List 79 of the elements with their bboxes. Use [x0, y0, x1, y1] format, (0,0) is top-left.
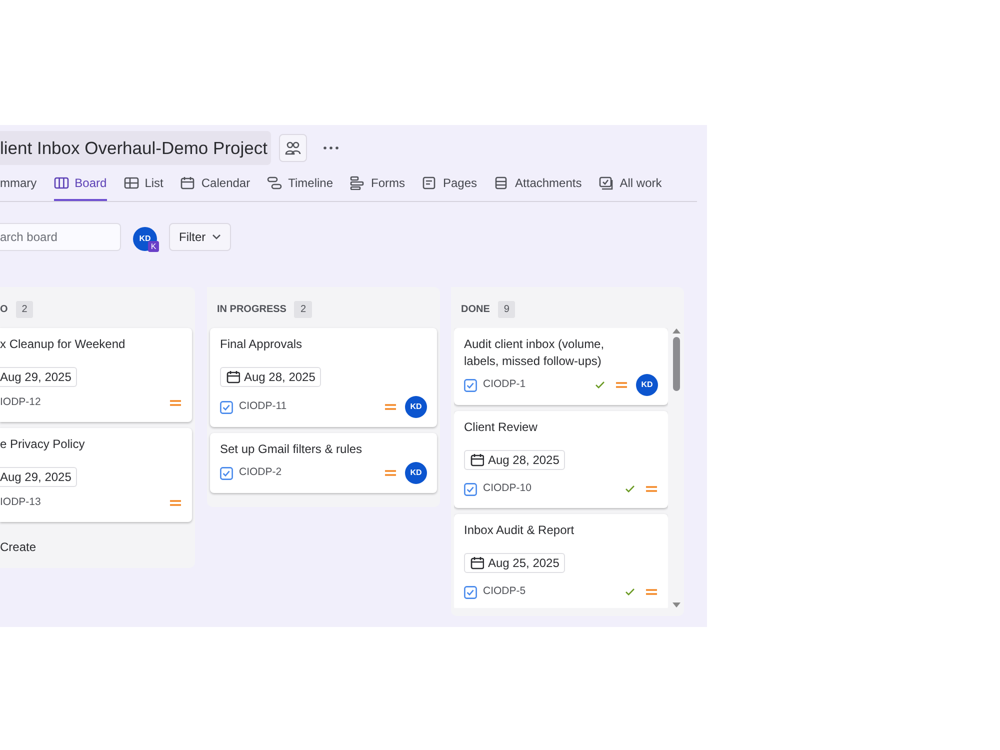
priority-icon [169, 399, 182, 408]
card-title: Inbox Audit & Report [464, 522, 576, 540]
view-tab[interactable]: Calendar [180, 170, 250, 202]
checkbox-icon [464, 586, 477, 599]
card-title: e Privacy Policy [0, 436, 86, 454]
priority-icon [645, 588, 658, 596]
calendar-icon [470, 453, 484, 468]
card-title: x Cleanup for Weekend [0, 336, 126, 354]
issue-key: CIODP-10 [483, 481, 619, 498]
people-icon [285, 140, 302, 156]
due-date: Aug 25, 2025 [464, 553, 566, 574]
task-card[interactable]: Final Approvals Aug 28, 2025 CIODP-11 KD [210, 328, 437, 428]
view-tab[interactable]: Forms [350, 170, 405, 202]
chevron-down-icon [212, 234, 221, 240]
due-date: Aug 29, 2025 [0, 467, 78, 488]
due-date: Aug 28, 2025 [220, 367, 322, 388]
checklist-icon [598, 176, 614, 190]
view-tab[interactable]: Attachments [494, 170, 582, 202]
view-tab[interactable]: List [124, 170, 164, 202]
priority-icon [384, 469, 397, 478]
due-date: Aug 28, 2025 [464, 450, 566, 470]
priority-icon [169, 499, 182, 508]
task-card[interactable]: x Cleanup for Weekend Aug 29, 2025 IODP-12 [0, 328, 192, 422]
scroll-down-icon [672, 602, 681, 608]
page-icon [422, 176, 437, 190]
card-title: Final Approvals [220, 336, 304, 354]
assignee-avatar: KD [636, 374, 658, 396]
more-icon [323, 146, 340, 150]
create-button[interactable]: Create [0, 528, 36, 560]
table-icon [124, 176, 139, 190]
assignee-avatar: KD [405, 462, 427, 484]
team-button[interactable] [279, 134, 308, 162]
calendar-icon [470, 556, 484, 570]
filter-button[interactable]: Filter [169, 223, 231, 252]
task-card[interactable]: e Privacy Policy Aug 29, 2025 IODP-13 [0, 428, 192, 522]
checkbox-icon [464, 378, 477, 392]
project-title: lient Inbox Overhaul-Demo Project [0, 131, 272, 166]
assignee-avatar: KD [405, 396, 427, 418]
issue-key: IODP-12 [0, 395, 163, 412]
checkbox-icon [464, 482, 477, 496]
board-icon [54, 176, 69, 190]
column-title: O [0, 303, 8, 318]
card-title: Audit client inbox (volume, labels, missed follow-ups) [464, 336, 606, 370]
issue-key: CIODP-1 [483, 377, 589, 394]
view-tab[interactable]: Board [54, 170, 107, 202]
issue-key: IODP-13 [0, 495, 163, 512]
count-badge: 2 [294, 301, 312, 318]
priority-icon [615, 381, 628, 390]
due-date: Aug 29, 2025 [0, 367, 78, 388]
column-title: DONE [461, 303, 490, 318]
calendar-icon [180, 176, 196, 190]
view-tab[interactable]: All work [598, 170, 662, 202]
view-tab[interactable]: Pages [422, 170, 478, 202]
form-icon [350, 176, 365, 190]
stack-icon [494, 176, 510, 190]
checkbox-icon [220, 400, 233, 414]
view-tab[interactable]: mmary [0, 170, 37, 202]
view-tab[interactable]: Timeline [267, 170, 333, 202]
card-title: Set up Gmail filters & rules [220, 441, 364, 458]
calendar-icon [226, 370, 240, 384]
count-badge: 9 [498, 301, 516, 318]
timeline-icon [267, 176, 282, 190]
priority-icon [645, 485, 658, 494]
checkbox-icon [220, 466, 233, 480]
issue-key: CIODP-2 [239, 465, 378, 482]
task-card[interactable]: Audit client inbox (volume, labels, missed follow-ups) CIODP-1 KD [454, 328, 668, 406]
count-badge: 2 [16, 301, 34, 318]
task-card[interactable]: Inbox Audit & Report Aug 25, 2025 CIODP-5 [454, 514, 668, 608]
card-title: Client Review [464, 419, 538, 436]
issue-key: CIODP-5 [483, 584, 619, 600]
search-field[interactable]: arch board [0, 223, 121, 252]
avatar-badge: K [148, 241, 159, 252]
priority-icon [384, 403, 397, 412]
task-card[interactable]: Client Review Aug 28, 2025 CIODP-10 [454, 411, 668, 508]
column-title: IN PROGRESS [217, 303, 286, 318]
issue-key: CIODP-11 [239, 399, 378, 416]
task-card[interactable]: Set up Gmail filters & rules CIODP-2 KD [210, 433, 437, 494]
scrollbar-thumb[interactable] [673, 337, 680, 392]
scroll-up-icon [672, 328, 681, 334]
